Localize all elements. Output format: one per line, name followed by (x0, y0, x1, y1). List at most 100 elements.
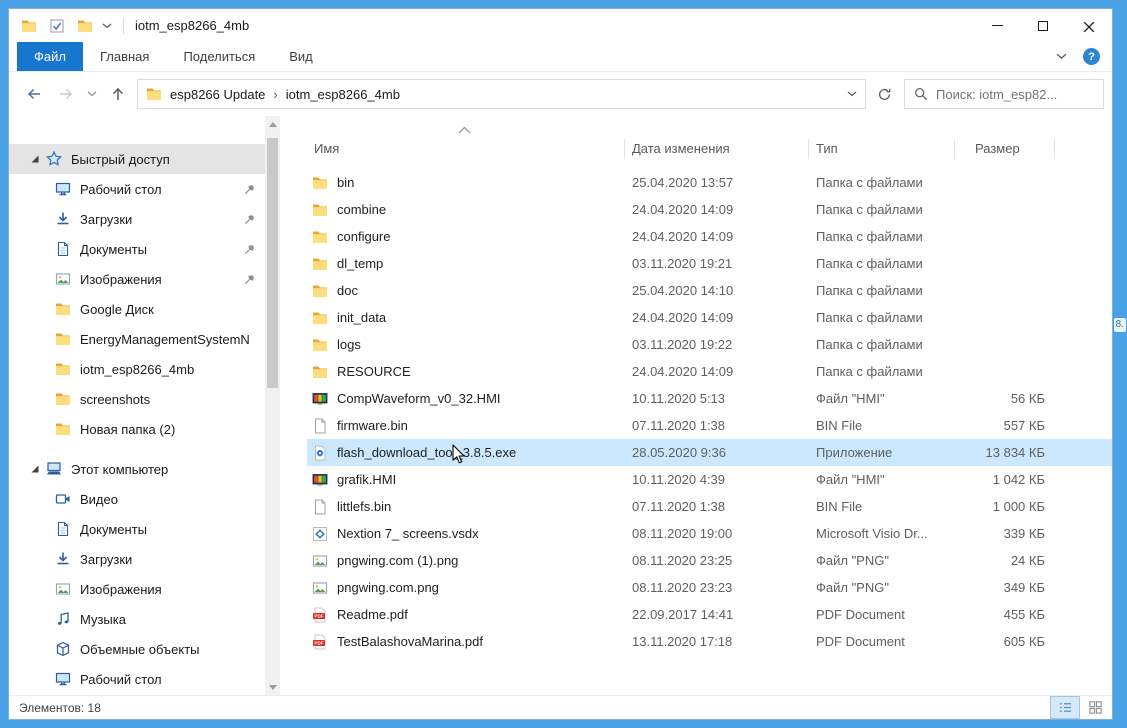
file-size: 339 КБ (955, 526, 1055, 541)
forward-button[interactable] (51, 79, 81, 109)
address-bar[interactable]: esp8266 Update›iotm_esp8266_4mb (137, 79, 866, 109)
scroll-up-icon[interactable] (265, 116, 280, 132)
sidebar-item-label: Объемные объекты (80, 642, 265, 657)
file-row[interactable]: init_data24.04.2020 14:09Папка с файлами (307, 304, 1112, 331)
minimize-button[interactable] (974, 9, 1020, 42)
file-row[interactable]: firmware.bin07.11.2020 1:38BIN File557 К… (307, 412, 1112, 439)
folder-icon[interactable] (21, 18, 37, 34)
file-row[interactable]: RESOURCE24.04.2020 14:09Папка с файлами (307, 358, 1112, 385)
folder-icon[interactable] (77, 18, 93, 34)
sidebar-item[interactable]: Видео (9, 484, 265, 514)
file-name: CompWaveform_v0_32.HMI (337, 391, 501, 406)
sidebar-item[interactable]: iotm_esp8266_4mb (9, 354, 265, 384)
sidebar-item[interactable]: Этот компьютер (9, 454, 265, 484)
properties-check-icon[interactable] (49, 18, 65, 34)
file-size: 349 КБ (955, 580, 1055, 595)
sidebar-item[interactable]: Рабочий стол (9, 664, 265, 694)
close-button[interactable] (1066, 9, 1112, 42)
desktop-background: 8. iotm_esp8266_4mb ФайлГлавнаяПоделитьс… (0, 0, 1127, 728)
column-header-date[interactable]: Дата изменения (625, 139, 809, 159)
ribbon-tab[interactable]: Поделиться (166, 42, 272, 71)
column-header-size[interactable]: Размер (955, 139, 1055, 159)
up-button[interactable] (103, 79, 133, 109)
ribbon-tab[interactable]: Вид (272, 42, 330, 71)
file-type: Папка с файлами (809, 310, 955, 325)
search-input[interactable] (936, 87, 1094, 102)
computer-icon (46, 461, 62, 477)
column-header-name[interactable]: Имя (307, 139, 625, 159)
sidebar-item[interactable]: Документы (9, 514, 265, 544)
sidebar-scrollbar[interactable] (265, 116, 280, 695)
help-icon[interactable]: ? (1083, 48, 1100, 65)
window-controls (974, 9, 1112, 42)
sidebar-item[interactable]: Рабочий стол (9, 174, 265, 204)
file-row[interactable]: littlefs.bin07.11.2020 1:38BIN File1 000… (307, 493, 1112, 520)
pin-icon (243, 183, 256, 196)
ribbon-tab[interactable]: Главная (83, 42, 166, 71)
sidebar-item[interactable]: Быстрый доступ (9, 144, 265, 174)
expander-icon[interactable] (27, 461, 43, 477)
expander-icon[interactable] (27, 151, 43, 167)
file-name: combine (337, 202, 386, 217)
sidebar-item[interactable]: Загрузки (9, 544, 265, 574)
file-row[interactable]: pngwing.com (1).png08.11.2020 23:25Файл … (307, 547, 1112, 574)
sidebar-item[interactable]: Новая папка (2) (9, 414, 265, 444)
sidebar-item-label: Изображения (80, 272, 243, 287)
file-row[interactable]: CompWaveform_v0_32.HMI10.11.2020 5:13Фай… (307, 385, 1112, 412)
file-row[interactable]: flash_download_tool_3.8.5.exe28.05.2020 … (307, 439, 1112, 466)
file-row[interactable]: Nextion 7_ screens.vsdx08.11.2020 19:00M… (307, 520, 1112, 547)
file-name-cell: grafik.HMI (307, 472, 625, 488)
hmi-icon (312, 391, 328, 407)
file-row[interactable]: PDFTestBalashovaMarina.pdf13.11.2020 17:… (307, 628, 1112, 655)
file-row[interactable]: doc25.04.2020 14:10Папка с файлами (307, 277, 1112, 304)
file-size: 1 042 КБ (955, 472, 1055, 487)
history-dropdown-icon[interactable] (83, 79, 101, 109)
file-row[interactable]: combine24.04.2020 14:09Папка с файлами (307, 196, 1112, 223)
file-date: 24.04.2020 14:09 (625, 202, 809, 217)
scrollbar-thumb[interactable] (267, 138, 278, 388)
pdf-icon: PDF (312, 634, 328, 650)
back-button[interactable] (19, 79, 49, 109)
file-type: Папка с файлами (809, 229, 955, 244)
sidebar-item[interactable]: Google Диск (9, 294, 265, 324)
column-header-type[interactable]: Тип (809, 139, 955, 159)
maximize-button[interactable] (1020, 9, 1066, 42)
breadcrumb-separator-icon[interactable]: › (265, 87, 285, 102)
address-dropdown-icon[interactable] (847, 91, 857, 97)
sidebar-item[interactable]: screenshots (9, 384, 265, 414)
file-row[interactable]: PDFReadme.pdf22.09.2017 14:41PDF Documen… (307, 601, 1112, 628)
sidebar-item[interactable]: Документы (9, 234, 265, 264)
sidebar-item[interactable]: EnergyManagementSystemN (9, 324, 265, 354)
file-row[interactable]: pngwing.com.png08.11.2020 23:23Файл "PNG… (307, 574, 1112, 601)
sidebar-item[interactable]: Изображения (9, 264, 265, 294)
pin-icon (243, 273, 256, 286)
icons-view-button[interactable] (1080, 696, 1110, 719)
file-row[interactable]: configure24.04.2020 14:09Папка с файлами (307, 223, 1112, 250)
sidebar-item[interactable]: Музыка (9, 604, 265, 634)
scroll-down-icon[interactable] (265, 679, 280, 695)
ribbon-tab[interactable]: Файл (17, 42, 83, 71)
file-rows: bin25.04.2020 13:57Папка с файлами combin… (307, 169, 1112, 655)
file-date: 22.09.2017 14:41 (625, 607, 809, 622)
details-view-button[interactable] (1050, 696, 1080, 719)
qat-dropdown-icon[interactable] (102, 23, 112, 29)
address-folder-icon (146, 86, 162, 102)
folder-icon (312, 256, 328, 272)
file-name-cell: doc (307, 283, 625, 299)
file-name-cell: dl_temp (307, 256, 625, 272)
file-row[interactable]: dl_temp03.11.2020 19:21Папка с файлами (307, 250, 1112, 277)
sidebar-item[interactable]: Объемные объекты (9, 634, 265, 664)
sidebar-item[interactable]: Изображения (9, 574, 265, 604)
file-row[interactable]: bin25.04.2020 13:57Папка с файлами (307, 169, 1112, 196)
collapse-ribbon-icon[interactable] (1056, 53, 1067, 60)
image-icon (312, 580, 328, 596)
breadcrumb-segment[interactable]: iotm_esp8266_4mb (286, 87, 400, 102)
file-name-cell: PDFTestBalashovaMarina.pdf (307, 634, 625, 650)
file-row[interactable]: logs03.11.2020 19:22Папка с файлами (307, 331, 1112, 358)
sidebar-item[interactable]: Загрузки (9, 204, 265, 234)
quick-access-toolbar (21, 18, 93, 34)
file-name-cell: PDFReadme.pdf (307, 607, 625, 623)
refresh-button[interactable] (870, 80, 898, 108)
file-row[interactable]: grafik.HMI10.11.2020 4:39Файл "HMI"1 042… (307, 466, 1112, 493)
breadcrumb-segment[interactable]: esp8266 Update (170, 87, 265, 102)
